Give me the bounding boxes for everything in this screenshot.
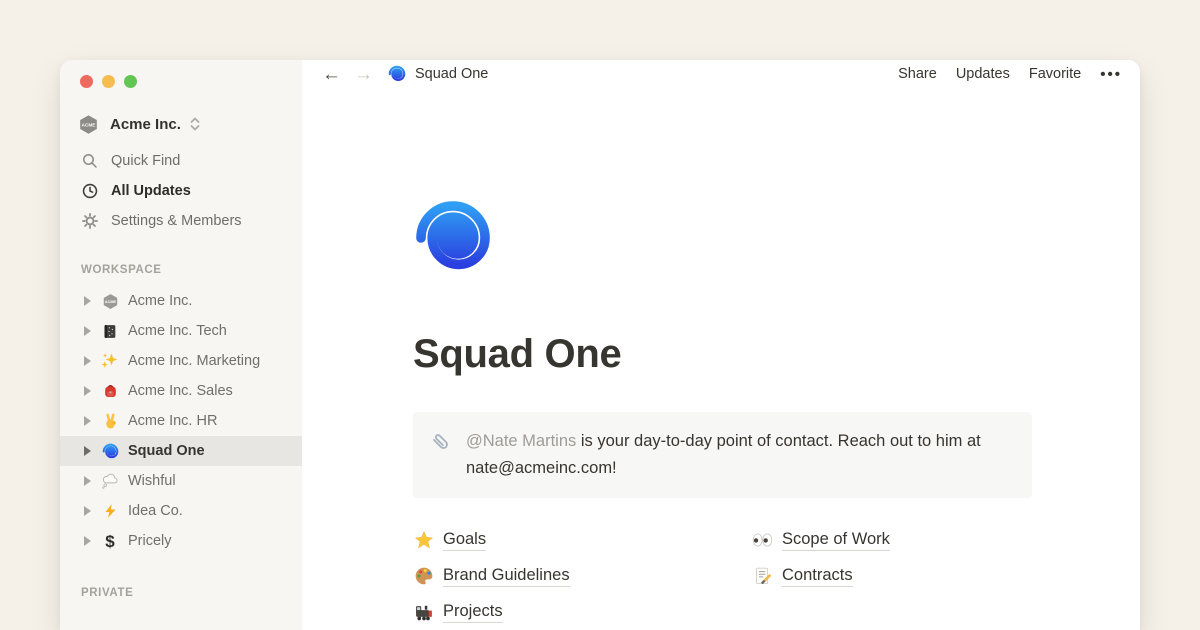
clock-icon: [81, 182, 99, 200]
sidebar: Acme Inc. Quick Find All Updates: [60, 60, 302, 630]
sidebar-page-acme-inc[interactable]: Acme Inc.: [60, 286, 302, 316]
link-label[interactable]: Goals: [443, 530, 486, 551]
page-label: Pricely: [128, 533, 172, 549]
palette-emoji: [413, 566, 434, 587]
sidebar-menu: Quick Find All Updates: [60, 146, 302, 236]
page-label: Acme Inc. Tech: [128, 323, 227, 339]
user-mention[interactable]: @Nate Martins: [466, 432, 576, 450]
sparkles-emoji: [100, 351, 120, 371]
minimize-button[interactable]: [102, 75, 115, 88]
expand-caret-icon[interactable]: [84, 446, 91, 456]
paperclip-icon: [429, 430, 453, 454]
dollar-emoji: $: [100, 531, 120, 551]
chevron-up-down-icon: [189, 116, 201, 132]
expand-caret-icon[interactable]: [84, 296, 91, 306]
link-brand-guidelines[interactable]: Brand Guidelines: [413, 566, 752, 587]
forward-arrow-icon[interactable]: →: [354, 65, 373, 84]
search-icon: [81, 152, 99, 170]
workspace-section-label: WORKSPACE: [81, 264, 302, 280]
eyes-emoji: [752, 530, 773, 551]
backpack-emoji: [100, 381, 120, 401]
topbar: ← → Squad One Share Updates Favorite •••: [302, 60, 1140, 88]
sidebar-page-acme-marketing[interactable]: Acme Inc. Marketing: [60, 346, 302, 376]
page-label: Acme Inc. HR: [128, 413, 217, 429]
notion-window: Acme Inc. Quick Find All Updates: [60, 60, 1140, 630]
thought-balloon-emoji: [100, 471, 120, 491]
page-label: Acme Inc. Sales: [128, 383, 233, 399]
link-label[interactable]: Brand Guidelines: [443, 566, 570, 587]
expand-caret-icon[interactable]: [84, 416, 91, 426]
main-pane: ← → Squad One Share Updates Favorite •••…: [302, 60, 1140, 630]
acme-badge-icon: [100, 291, 120, 311]
sidebar-item-label: All Updates: [111, 183, 191, 199]
sidebar-item-label: Quick Find: [111, 153, 180, 169]
sidebar-item-settings-members[interactable]: Settings & Members: [60, 206, 302, 236]
victory-hand-emoji: [100, 411, 120, 431]
link-label[interactable]: Contracts: [782, 566, 853, 587]
zoom-button[interactable]: [124, 75, 137, 88]
link-label[interactable]: Scope of Work: [782, 530, 890, 551]
favorite-button[interactable]: Favorite: [1029, 66, 1081, 82]
memo-emoji: [752, 566, 773, 587]
link-projects[interactable]: Projects: [413, 602, 752, 623]
sidebar-page-acme-hr[interactable]: Acme Inc. HR: [60, 406, 302, 436]
callout-block[interactable]: @Nate Martins is your day-to-day point o…: [413, 412, 1032, 498]
breadcrumb-title[interactable]: Squad One: [415, 66, 488, 82]
page-links: Goals Scope of Work: [413, 522, 1140, 630]
page-label: Acme Inc. Marketing: [128, 353, 260, 369]
page-label: Squad One: [128, 443, 205, 459]
more-menu-button[interactable]: •••: [1100, 66, 1122, 83]
locomotive-emoji: [413, 602, 434, 623]
sidebar-item-all-updates[interactable]: All Updates: [60, 176, 302, 206]
page-label: Idea Co.: [128, 503, 183, 519]
back-arrow-icon[interactable]: ←: [322, 65, 341, 84]
page-label: Wishful: [128, 473, 176, 489]
expand-caret-icon[interactable]: [84, 326, 91, 336]
page-title[interactable]: Squad One: [413, 330, 1140, 378]
workspace-name: Acme Inc.: [110, 116, 181, 133]
page-content: Squad One @Nate Martins is your day-to-d…: [302, 88, 1140, 630]
cyclone-emoji: [388, 65, 406, 83]
link-label[interactable]: Projects: [443, 602, 503, 623]
expand-caret-icon[interactable]: [84, 536, 91, 546]
expand-caret-icon[interactable]: [84, 356, 91, 366]
sidebar-item-label: Settings & Members: [111, 213, 242, 229]
sidebar-page-acme-tech[interactable]: Acme Inc. Tech: [60, 316, 302, 346]
page-icon-cyclone[interactable]: [413, 198, 493, 278]
link-scope-of-work[interactable]: Scope of Work: [752, 530, 1052, 551]
callout-text: @Nate Martins is your day-to-day point o…: [466, 428, 1012, 482]
link-contracts[interactable]: Contracts: [752, 566, 1052, 587]
sidebar-page-idea-co[interactable]: Idea Co.: [60, 496, 302, 526]
workspace-tree: Acme Inc. Acme Inc. Tech: [60, 286, 302, 556]
cyclone-emoji: [100, 441, 120, 461]
sidebar-item-quick-find[interactable]: Quick Find: [60, 146, 302, 176]
close-button[interactable]: [80, 75, 93, 88]
workspace-switcher[interactable]: Acme Inc.: [78, 110, 302, 138]
updates-button[interactable]: Updates: [956, 66, 1010, 82]
page-label: Acme Inc.: [128, 293, 192, 309]
acme-badge-icon: [78, 114, 99, 135]
gear-icon: [81, 212, 99, 230]
expand-caret-icon[interactable]: [84, 476, 91, 486]
share-button[interactable]: Share: [898, 66, 937, 82]
lightning-emoji: [100, 501, 120, 521]
sidebar-page-wishful[interactable]: Wishful: [60, 466, 302, 496]
star-emoji: [413, 530, 434, 551]
sidebar-page-acme-sales[interactable]: Acme Inc. Sales: [60, 376, 302, 406]
sidebar-page-pricely[interactable]: $ Pricely: [60, 526, 302, 556]
sidebar-page-squad-one[interactable]: Squad One: [60, 436, 302, 466]
private-section-label: PRIVATE: [81, 587, 302, 603]
expand-caret-icon[interactable]: [84, 386, 91, 396]
notebook-emoji: [100, 321, 120, 341]
expand-caret-icon[interactable]: [84, 506, 91, 516]
link-goals[interactable]: Goals: [413, 530, 752, 551]
window-controls: [80, 75, 302, 88]
